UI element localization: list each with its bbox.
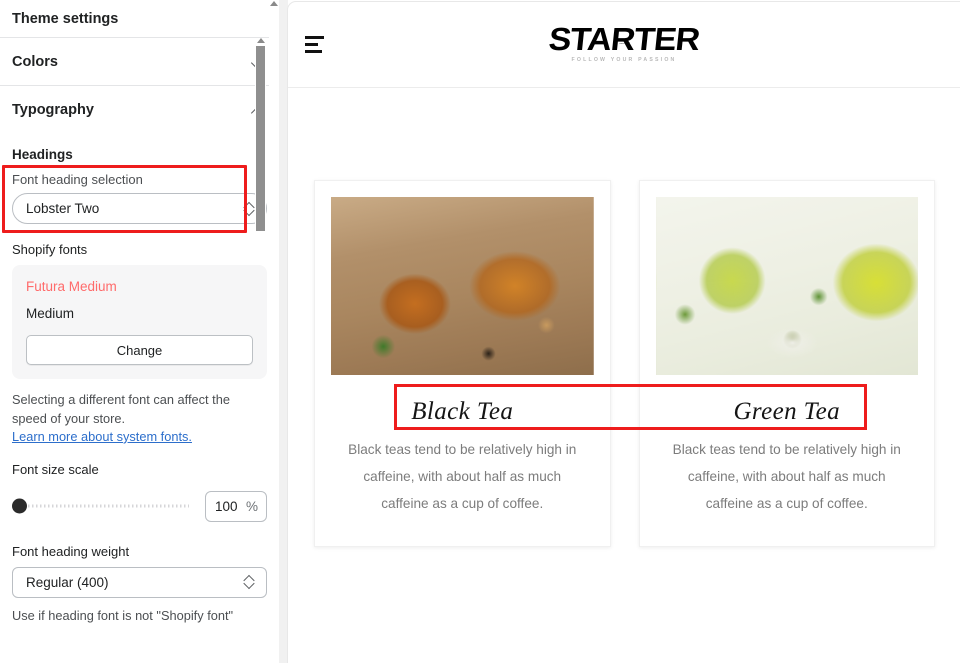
slider-track-dots [12,504,189,508]
font-size-scale-unit: % [245,498,258,514]
font-size-scale-slider[interactable] [12,498,195,514]
product-title: Black Tea [411,398,514,425]
font-size-scale-label: Font size scale [12,461,99,477]
product-image-green-tea [655,197,918,375]
headings-subheading: Headings [12,147,73,162]
product-description: Black teas tend to be relatively high in… [348,442,577,512]
window-scrollbar[interactable] [269,0,279,663]
font-heading-weight-select[interactable]: Regular (400) [12,566,267,598]
font-heading-weight-note-line2: font" [207,607,234,623]
change-font-button[interactable]: Change [26,335,253,365]
font-heading-selection-value: Lobster Two [26,201,100,216]
system-fonts-link[interactable]: Learn more about system fonts. [0,429,279,444]
sidebar-scrollbar-thumb[interactable] [255,45,266,232]
product-image-black-tea [331,197,594,375]
app-root: Theme settings Colors Typography Heading… [0,0,960,663]
up-down-chevron-icon [244,575,255,590]
accordion-colors-label: Colors [12,53,58,70]
scroll-up-arrow-icon[interactable] [270,1,278,6]
product-card[interactable]: Black Tea Black teas tend to be relative… [314,180,611,547]
accordion-typography-label: Typography [12,101,94,118]
product-grid: Black Tea Black teas tend to be relative… [288,88,960,547]
up-down-chevron-icon [244,201,255,216]
font-heading-selection-label: Font heading selection [12,172,143,187]
scroll-up-arrow-icon[interactable] [257,38,265,43]
logo-slash-icon [619,42,630,44]
hamburger-menu-icon[interactable] [305,36,327,53]
store-header: STARTER FOLLOW YOUR PASSION [288,2,960,88]
slider-knob[interactable] [12,498,27,514]
font-size-scale-value: 100 [215,498,238,514]
sidebar-inner-scrollbar[interactable] [255,38,267,238]
font-heading-weight-note-line1: Use if heading font is not "Shopify [12,607,204,623]
accordion-colors[interactable]: Colors [0,38,279,85]
font-heading-selection-wrap: Lobster Two [0,193,279,224]
font-help-line1: Selecting a different font can affect [12,392,209,407]
theme-settings-sidebar: Theme settings Colors Typography Heading… [0,0,279,663]
current-font-name: Futura Medium [26,279,117,294]
font-heading-selection-select[interactable]: Lobster Two [12,193,267,224]
store-logo-wordmark: STARTER [546,21,702,57]
product-description: Black teas tend to be relatively high in… [672,442,901,512]
font-size-scale-input[interactable]: 100 % [205,490,267,522]
shopify-fonts-label: Shopify fonts [12,242,88,257]
store-logo[interactable]: STARTER FOLLOW YOUR PASSION [542,21,707,68]
store-logo-tagline: FOLLOW YOUR PASSION [571,57,677,63]
product-card[interactable]: Green Tea Black teas tend to be relative… [638,180,935,547]
font-heading-weight-value: Regular (400) [26,574,109,590]
page-title: Theme settings [12,10,119,27]
product-title: Green Tea [733,398,841,425]
font-help-text: Selecting a different font can affect th… [0,379,279,429]
font-heading-weight-note: Use if heading font is not "Shopify font… [0,598,279,625]
current-font-weight: Medium [26,306,75,321]
font-heading-weight-wrap: Regular (400) [0,566,279,598]
storefront-preview: STARTER FOLLOW YOUR PASSION Black Tea Bl… [287,1,960,663]
font-size-scale-row: 100 % [0,485,279,522]
font-heading-weight-label: Font heading weight [12,543,130,559]
shopify-font-card: Futura Medium Medium Change [12,265,267,379]
accordion-typography[interactable]: Typography [0,86,279,133]
